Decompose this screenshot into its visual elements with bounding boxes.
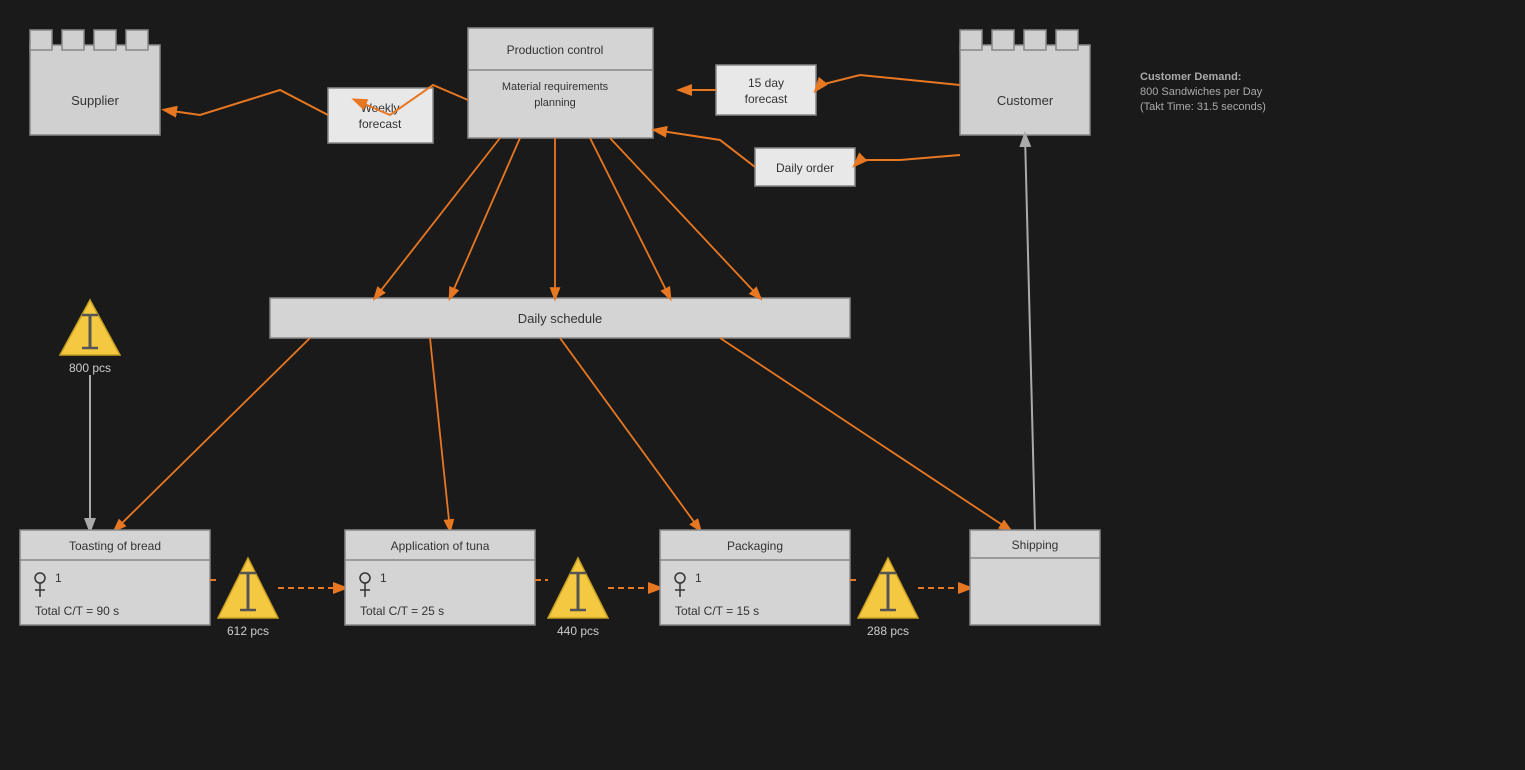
- daily-order-label: Daily order: [776, 161, 834, 175]
- supplier-factory: Supplier: [30, 30, 160, 135]
- inventory-440-label: 440 pcs: [557, 624, 599, 638]
- process-packaging: Packaging 1 Total C/T = 15 s: [660, 530, 850, 625]
- customer-label: Customer: [997, 93, 1054, 108]
- shipping-title: Shipping: [1012, 538, 1059, 552]
- forecast-15day-box: 15 day forecast: [716, 65, 816, 115]
- inventory-supplier-label: 800 pcs: [69, 361, 111, 375]
- toasting-ct: Total C/T = 90 s: [35, 604, 119, 618]
- packaging-title: Packaging: [727, 539, 783, 553]
- inventory-288-label: 288 pcs: [867, 624, 909, 638]
- process-tuna: Application of tuna 1 Total C/T = 25 s: [345, 530, 535, 625]
- customer-demand-line1: 800 Sandwiches per Day: [1140, 86, 1263, 98]
- customer-demand-label: Customer Demand:: [1140, 71, 1241, 83]
- production-control-title: Production control: [507, 43, 604, 57]
- forecast-15day-label: 15 day: [748, 76, 784, 90]
- packaging-workers: 1: [695, 571, 702, 585]
- customer-factory: Customer: [960, 30, 1090, 135]
- inventory-612-label: 612 pcs: [227, 624, 269, 638]
- process-toasting: Toasting of bread 1 Total C/T = 90 s: [20, 530, 210, 625]
- toasting-title: Toasting of bread: [69, 539, 161, 553]
- customer-demand-line2: (Takt Time: 31.5 seconds): [1140, 101, 1266, 113]
- production-control-box: Production control Material requirements…: [468, 28, 653, 138]
- toasting-workers: 1: [55, 571, 62, 585]
- production-control-sub2: planning: [534, 97, 576, 109]
- daily-schedule-box: Daily schedule: [270, 298, 850, 338]
- tuna-title: Application of tuna: [391, 539, 490, 553]
- daily-schedule-label: Daily schedule: [518, 311, 603, 326]
- forecast-15day-label2: forecast: [745, 92, 788, 106]
- weekly-forecast-label2: forecast: [359, 117, 402, 131]
- packaging-ct: Total C/T = 15 s: [675, 604, 759, 618]
- tuna-workers: 1: [380, 571, 387, 585]
- daily-order-box: Daily order: [755, 148, 855, 186]
- process-shipping: Shipping: [970, 530, 1100, 625]
- tuna-ct: Total C/T = 25 s: [360, 604, 444, 618]
- supplier-label: Supplier: [71, 93, 119, 108]
- production-control-sub1: Material requirements: [502, 81, 609, 93]
